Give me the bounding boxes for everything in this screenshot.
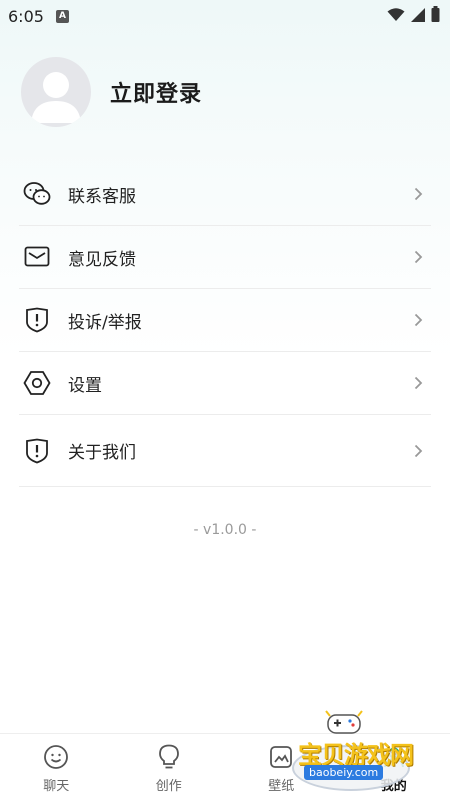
- status-bar: 6:05 A: [0, 0, 450, 32]
- app-version: - v1.0.0 -: [193, 522, 257, 538]
- chevron-right-icon: [411, 313, 425, 327]
- menu-list: 联系客服 意见反馈 投诉/举报 设置 关于我们: [19, 163, 431, 487]
- status-icons: [387, 6, 440, 26]
- chevron-right-icon: [411, 187, 425, 201]
- lightbulb-icon: [156, 744, 182, 770]
- tab-label: 壁纸: [268, 779, 295, 794]
- wallpaper-icon: [268, 744, 294, 770]
- menu-item-report[interactable]: 投诉/举报: [19, 289, 431, 352]
- watermark-logo: 宝贝游戏网 baobeiy.com: [292, 705, 417, 791]
- wechat-icon: [23, 180, 51, 208]
- status-time: 6:05: [8, 6, 44, 26]
- profile-header[interactable]: 立即登录: [21, 57, 202, 127]
- menu-label: 意见反馈: [68, 249, 136, 270]
- tab-label: 创作: [155, 779, 182, 794]
- tab-label: 聊天: [43, 779, 70, 794]
- menu-label: 联系客服: [68, 186, 136, 207]
- menu-item-settings[interactable]: 设置: [19, 352, 431, 415]
- chevron-right-icon: [411, 250, 425, 264]
- hexagon-settings-icon: [23, 369, 51, 397]
- mail-icon: [23, 243, 51, 271]
- login-link[interactable]: 立即登录: [110, 76, 202, 108]
- shield-alert-icon: [23, 306, 51, 334]
- menu-item-about[interactable]: 关于我们: [19, 415, 431, 487]
- wifi-icon: [387, 7, 405, 26]
- chevron-right-icon: [411, 444, 425, 458]
- default-avatar-icon: [31, 72, 81, 123]
- signal-icon: [411, 7, 425, 26]
- menu-label: 设置: [68, 375, 102, 396]
- gamepad-icon: [325, 710, 363, 734]
- shield-info-icon: [23, 437, 51, 465]
- chat-smile-icon: [43, 744, 69, 770]
- menu-label: 投诉/举报: [68, 312, 142, 333]
- app-notification-icon: A: [55, 9, 69, 23]
- avatar[interactable]: [21, 57, 91, 127]
- battery-icon: [431, 6, 440, 26]
- tab-chat[interactable]: 聊天: [0, 734, 113, 800]
- menu-item-feedback[interactable]: 意见反馈: [19, 226, 431, 289]
- menu-label: 关于我们: [68, 443, 136, 463]
- menu-item-contact-support[interactable]: 联系客服: [19, 163, 431, 226]
- watermark-url: baobeiy.com: [304, 765, 384, 780]
- tab-create[interactable]: 创作: [113, 734, 226, 800]
- chevron-right-icon: [411, 376, 425, 390]
